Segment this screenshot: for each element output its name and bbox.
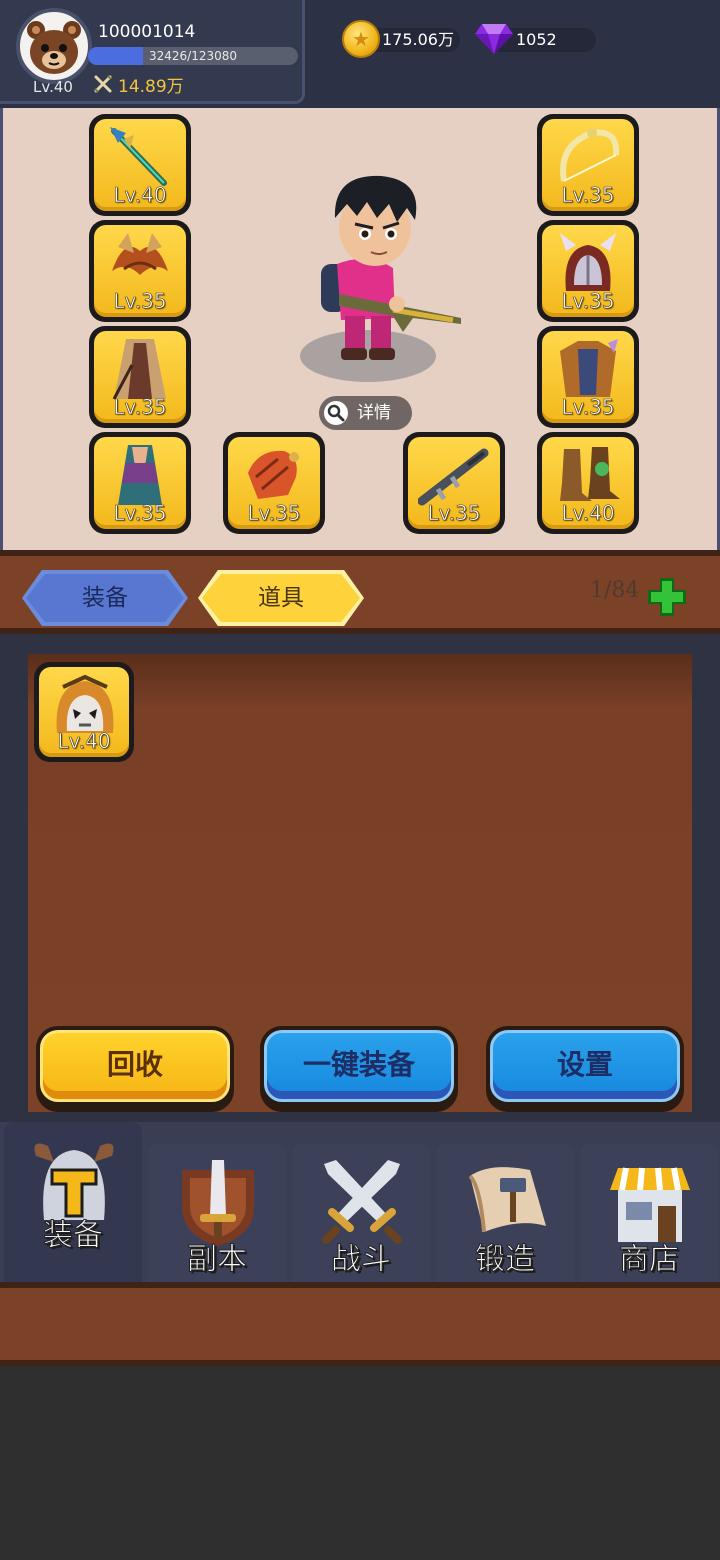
- gold-amount: 175.06万: [382, 30, 454, 49]
- robe-icon: [118, 445, 162, 505]
- bow-icon: [560, 128, 620, 182]
- bottom-area: [0, 1366, 720, 1560]
- recycle-button[interactable]: 回收: [36, 1026, 234, 1112]
- settings-button[interactable]: 设置: [486, 1026, 684, 1112]
- purple-gem-icon: [475, 24, 513, 54]
- equip-slot-rifle[interactable]: Lv.35: [403, 432, 505, 534]
- equip-slot-bow[interactable]: Lv.35: [537, 114, 639, 216]
- recycle-label: 回收: [106, 1048, 163, 1081]
- settings-label: 设置: [556, 1048, 613, 1081]
- slot-level: Lv.35: [113, 501, 167, 526]
- auto-equip-label: 一键装备: [302, 1048, 415, 1081]
- glove-icon: [248, 450, 299, 499]
- player-avatar[interactable]: [16, 8, 92, 84]
- gold-coin-icon: ★: [342, 20, 380, 58]
- equip-slot-cloak[interactable]: Lv.35: [89, 326, 191, 428]
- plus-icon[interactable]: [644, 574, 690, 620]
- gold-counter[interactable]: ★ 175.06万: [342, 20, 460, 58]
- equip-slot-glove[interactable]: Lv.35: [223, 432, 325, 534]
- nav-dungeon-label: 副本: [187, 1242, 248, 1278]
- nav-forge[interactable]: 锻造: [436, 1144, 574, 1282]
- slot-level: Lv.35: [113, 395, 167, 420]
- spear-icon: [110, 127, 167, 186]
- horned-helmet-icon: [560, 233, 616, 291]
- slot-level: Lv.40: [57, 729, 111, 754]
- slot-level: Lv.40: [561, 501, 615, 526]
- equip-slot-weapon[interactable]: Lv.40: [89, 114, 191, 216]
- equip-slot-shoulder[interactable]: Lv.35: [89, 220, 191, 322]
- slot-level: Lv.40: [113, 183, 167, 208]
- shoulder-armor-icon: [112, 233, 168, 275]
- boots-icon: [560, 447, 620, 501]
- slot-level: Lv.35: [113, 289, 167, 314]
- cloak-icon: [112, 339, 166, 400]
- slot-level: Lv.35: [427, 501, 481, 526]
- tab-items[interactable]: 道具: [198, 570, 364, 626]
- inventory-item[interactable]: Lv.40: [34, 662, 134, 762]
- bottom-nav: 装备 副本 战斗 锻造 商店: [0, 1122, 720, 1282]
- nav-forge-label: 锻造: [475, 1242, 536, 1278]
- nav-shop[interactable]: 商店: [580, 1144, 718, 1282]
- slot-level: Lv.35: [247, 501, 301, 526]
- rifle-icon: [418, 448, 489, 506]
- tab-equipment[interactable]: 装备: [22, 570, 188, 626]
- bag-tabs-bar: 装备 道具 1/84: [0, 550, 720, 634]
- slot-level: Lv.35: [561, 289, 615, 314]
- auto-equip-button[interactable]: 一键装备: [260, 1026, 458, 1112]
- nav-battle[interactable]: 战斗: [292, 1144, 430, 1282]
- tab-items-label: 道具: [258, 585, 304, 611]
- player-level: Lv.40: [33, 78, 73, 96]
- inventory-grid: Lv.40 回收 一键装备 设置: [28, 654, 692, 1112]
- bear-avatar-icon: [27, 21, 81, 74]
- gem-counter[interactable]: 1052: [475, 24, 596, 54]
- top-bar: Lv.40 100001014 32426/123080 14.89万 ★ 17…: [0, 0, 720, 108]
- equip-slot-helmet[interactable]: Lv.35: [537, 220, 639, 322]
- slot-level: Lv.35: [561, 395, 615, 420]
- nav-battle-label: 战斗: [331, 1242, 392, 1278]
- bag-capacity: 1/84: [590, 578, 640, 603]
- hero-character[interactable]: [293, 168, 463, 398]
- detail-button[interactable]: 详情: [319, 396, 412, 430]
- nav-equipment[interactable]: 装备: [4, 1122, 142, 1282]
- chest-armor-icon: [560, 339, 618, 397]
- nav-dungeon[interactable]: 副本: [148, 1144, 286, 1282]
- tab-equipment-label: 装备: [82, 585, 128, 611]
- player-id: 100001014: [98, 22, 196, 42]
- detail-label: 详情: [357, 403, 391, 423]
- nav-shop-label: 商店: [619, 1242, 680, 1278]
- xp-text: 32426/123080: [148, 49, 238, 63]
- equipment-showcase: Lv.40 Lv.35 Lv.35 Lv.35 Lv.35 Lv.35 Lv.3…: [0, 108, 720, 550]
- equip-slot-boots[interactable]: Lv.40: [537, 432, 639, 534]
- xp-bar: 32426/123080: [88, 47, 298, 65]
- skull-helmet-icon: [56, 674, 114, 733]
- magnifier-icon: [324, 401, 348, 425]
- gem-amount: 1052: [516, 30, 557, 49]
- nav-equipment-label: 装备: [43, 1218, 104, 1254]
- inventory-panel: Lv.40 回收 一键装备 设置: [0, 634, 720, 1122]
- footer-bar: [0, 1282, 720, 1366]
- equip-slot-robe[interactable]: Lv.35: [89, 432, 191, 534]
- crossed-swords-icon: [94, 75, 112, 93]
- slot-level: Lv.35: [561, 183, 615, 208]
- combat-power: 14.89万: [118, 77, 184, 97]
- equip-slot-chest[interactable]: Lv.35: [537, 326, 639, 428]
